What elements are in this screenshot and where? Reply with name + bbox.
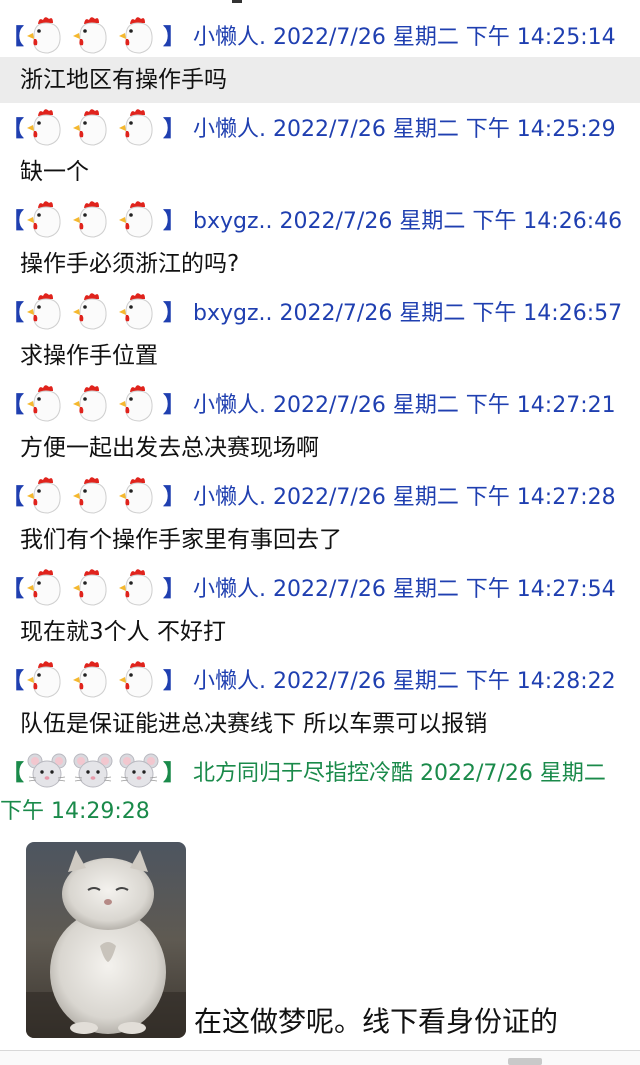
message-header: 【 】 小懒人. 2022/7/26 星期二 下午 14:25:14	[0, 12, 640, 58]
rooster-icon	[72, 14, 114, 56]
rooster-icon	[72, 106, 114, 148]
message-header: 【 】 小懒人. 2022/7/26 星期二 下午 14:27:54	[0, 564, 640, 610]
rooster-icon	[72, 658, 114, 700]
sender-timestamp[interactable]: 小懒人. 2022/7/26 星期二 下午 14:25:14	[193, 19, 616, 51]
rooster-emoji-group	[26, 566, 160, 608]
message-text[interactable]: 求操作手位置	[0, 333, 640, 379]
fluffy-cat-photo[interactable]	[26, 842, 186, 1038]
rooster-icon	[118, 474, 160, 516]
message-text[interactable]: 现在就3个人 不好打	[0, 609, 640, 655]
rooster-icon	[118, 658, 160, 700]
rooster-icon	[26, 566, 68, 608]
message-text[interactable]: 操作手必须浙江的吗?	[0, 241, 640, 287]
sender-timestamp[interactable]: bxygz.. 2022/7/26 星期二 下午 14:26:57	[193, 295, 622, 327]
sender-timestamp[interactable]: 北方同归于尽指控冷酷 2022/7/26 星期二	[193, 755, 606, 787]
mouse-icon	[72, 750, 114, 792]
scrollbar-thumb[interactable]	[508, 1058, 542, 1065]
rooster-icon	[72, 290, 114, 332]
rooster-icon	[72, 566, 114, 608]
message-header: 【 】 北方同归于尽指控冷酷 2022/7/26 星期二	[0, 748, 640, 794]
sender-timestamp[interactable]: 小懒人. 2022/7/26 星期二 下午 14:27:54	[193, 571, 616, 603]
rooster-emoji-group	[26, 382, 160, 424]
rooster-icon	[26, 382, 68, 424]
message-text[interactable]: 缺一个	[0, 149, 640, 195]
message-text[interactable]: 队伍是保证能进总决赛线下 所以车票可以报销	[0, 701, 640, 747]
rooster-emoji-group	[26, 474, 160, 516]
message-header: 【 】 小懒人. 2022/7/26 星期二 下午 14:28:22	[0, 656, 640, 702]
sender-timestamp[interactable]: bxygz.. 2022/7/26 星期二 下午 14:26:46	[193, 203, 622, 235]
rooster-icon	[118, 198, 160, 240]
rooster-emoji-group	[26, 14, 160, 56]
rooster-icon	[26, 106, 68, 148]
rooster-icon	[118, 14, 160, 56]
message-header: 【 】 小懒人. 2022/7/26 星期二 下午 14:25:29	[0, 104, 640, 150]
message-text[interactable]: 我们有个操作手家里有事回去了	[0, 517, 640, 563]
rooster-icon	[26, 290, 68, 332]
sender-timestamp[interactable]: 小懒人. 2022/7/26 星期二 下午 14:27:21	[193, 387, 616, 419]
sender-timestamp-wrap: 下午 14:29:28	[0, 799, 150, 824]
rooster-emoji-group	[26, 658, 160, 700]
sender-timestamp[interactable]: 小懒人. 2022/7/26 星期二 下午 14:27:28	[193, 479, 616, 511]
message-text[interactable]: 浙江地区有操作手吗	[0, 57, 640, 103]
rooster-icon	[26, 198, 68, 240]
message-text[interactable]: 在这做梦呢。线下看身份证的	[194, 1000, 558, 1040]
rooster-emoji-group	[26, 198, 160, 240]
rooster-icon	[72, 198, 114, 240]
rooster-icon	[26, 474, 68, 516]
rooster-icon	[118, 106, 160, 148]
rooster-icon	[26, 14, 68, 56]
message-header: 【 】 小懒人. 2022/7/26 星期二 下午 14:27:28	[0, 472, 640, 518]
rooster-icon	[118, 566, 160, 608]
mouse-emoji-group	[26, 750, 160, 792]
rooster-icon	[72, 474, 114, 516]
mouse-icon	[26, 750, 68, 792]
sender-timestamp[interactable]: 小懒人. 2022/7/26 星期二 下午 14:28:22	[193, 663, 616, 695]
sender-timestamp[interactable]: 小懒人. 2022/7/26 星期二 下午 14:25:29	[193, 111, 616, 143]
message-header: 【 】 小懒人. 2022/7/26 星期二 下午 14:27:21	[0, 380, 640, 426]
message-header: 【 】 bxygz.. 2022/7/26 星期二 下午 14:26:46	[0, 196, 640, 242]
chat-bottom-edge	[0, 1050, 640, 1065]
rooster-icon	[72, 382, 114, 424]
message-text[interactable]: 方便一起出发去总决赛现场啊	[0, 425, 640, 471]
chat-log: 【 】 小懒人. 2022/7/26 星期二 下午 14:25:14 浙江地区有…	[0, 0, 640, 1065]
cropped-previous-message	[232, 0, 242, 3]
message-header: 【 】 bxygz.. 2022/7/26 星期二 下午 14:26:57	[0, 288, 640, 334]
rooster-emoji-group	[26, 106, 160, 148]
rooster-icon	[118, 290, 160, 332]
rooster-icon	[26, 658, 68, 700]
rooster-emoji-group	[26, 290, 160, 332]
rooster-icon	[118, 382, 160, 424]
mouse-icon	[118, 750, 160, 792]
